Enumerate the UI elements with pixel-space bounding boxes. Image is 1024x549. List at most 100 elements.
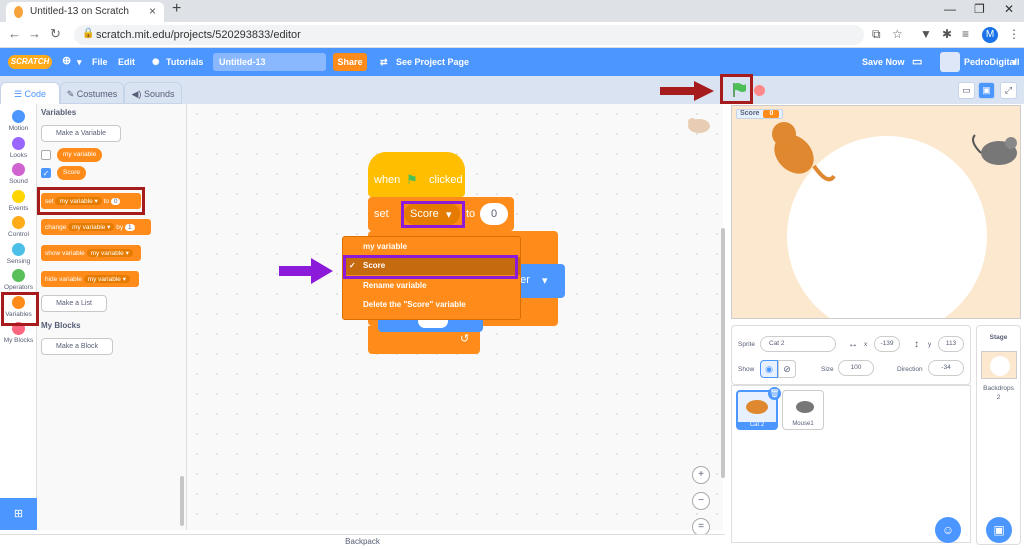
sprite-label: Sprite (738, 341, 755, 348)
my-stuff-folder-icon[interactable]: ▭ (912, 55, 922, 68)
category-looks[interactable]: Looks (0, 136, 37, 163)
backpack-bar[interactable]: Backpack (0, 534, 725, 548)
speaker-icon: ◀) (131, 89, 144, 99)
my-blocks-section-title: My Blocks (41, 321, 81, 330)
restore-button[interactable]: ❐ (974, 2, 985, 16)
mouse-thumb-icon (796, 401, 814, 413)
sprite-thumb-mouse[interactable]: Mouse1 (782, 390, 824, 430)
save-now-button[interactable]: Save Now (862, 57, 905, 67)
hide-variable-block[interactable]: hide variable my variable ▾ (41, 271, 139, 287)
tab-close-icon[interactable]: × (149, 4, 156, 18)
category-motion[interactable]: Motion (0, 110, 37, 136)
direction-input[interactable]: -34 (928, 360, 964, 376)
extension-icon[interactable]: ▼ (920, 27, 932, 41)
menu-item-delete-variable[interactable]: Delete the "Score" variable (343, 296, 520, 314)
zoom-out-icon[interactable]: − (692, 492, 710, 510)
change-value-input[interactable]: 1 (124, 224, 135, 231)
show-eye-icon[interactable]: ◉ (760, 360, 778, 378)
choose-backdrop-button[interactable]: ▣ (986, 517, 1012, 543)
y-label: y (928, 341, 932, 348)
size-input[interactable]: 100 (838, 360, 874, 376)
new-tab-button[interactable]: + (172, 0, 181, 18)
change-variable-dropdown[interactable]: my variable ▾ (68, 223, 115, 231)
bookmark-star-icon[interactable]: ☆ (892, 27, 903, 41)
delete-sprite-icon[interactable]: 🗑 (768, 387, 781, 400)
variables-section-title: Variables (41, 108, 77, 117)
my-variable-checkbox[interactable] (41, 150, 51, 160)
hide-word: hide variable (45, 276, 82, 283)
file-menu[interactable]: File (92, 57, 108, 67)
score-monitor[interactable]: Score 0 (736, 109, 784, 119)
show-variable-block[interactable]: show variable my variable ▾ (41, 245, 141, 261)
edit-menu[interactable]: Edit (118, 57, 135, 67)
score-checkbox[interactable]: ✓ (41, 168, 51, 178)
mouse-sprite[interactable] (967, 131, 1021, 171)
make-block-button[interactable]: Make a Block (41, 338, 113, 355)
menu-item-my-variable[interactable]: my variable (343, 238, 520, 256)
tab-sounds[interactable]: ◀) Sounds (124, 82, 182, 104)
show-variable-dropdown[interactable]: my variable ▾ (86, 249, 133, 257)
cat-sprite[interactable] (762, 116, 842, 188)
category-sensing[interactable]: Sensing (0, 242, 37, 269)
globe-icon[interactable]: ⊕ (62, 54, 71, 67)
stop-button[interactable] (754, 85, 765, 96)
scratch-logo[interactable]: SCRATCH (8, 55, 52, 69)
media-icon[interactable]: ≡ (962, 27, 969, 41)
change-variable-block[interactable]: change my variable ▾ by 1 (41, 219, 151, 235)
minimize-button[interactable]: — (944, 2, 956, 16)
zoom-in-icon[interactable]: + (692, 466, 710, 484)
add-extension-button[interactable]: ⊞ (0, 498, 37, 530)
translate-icon[interactable]: ⧉ (872, 27, 881, 42)
stage-panel[interactable]: Stage Backdrops 2 (976, 325, 1021, 545)
address-bar[interactable]: 🔒 scratch.mit.edu/projects/520293833/edi… (74, 25, 864, 45)
account-chevron-icon[interactable]: ▾ (1012, 57, 1017, 68)
cat-thumb-icon (746, 400, 768, 414)
category-dot-icon (12, 269, 25, 282)
choose-sprite-button[interactable]: ☺ (935, 517, 961, 543)
small-stage-icon[interactable]: ▭ (958, 82, 975, 99)
tutorials-menu[interactable]: Tutorials (166, 57, 203, 67)
back-icon[interactable]: ← (8, 26, 21, 41)
make-variable-button[interactable]: Make a Variable (41, 125, 121, 142)
user-avatar[interactable] (940, 52, 960, 72)
palette-scrollbar[interactable] (180, 476, 184, 526)
see-project-page-button[interactable]: See Project Page (396, 57, 469, 67)
menu-item-rename-variable[interactable]: Rename variable (343, 277, 520, 295)
browser-tab[interactable]: Untitled-13 on Scratch × (6, 2, 164, 22)
window-close-button[interactable]: ✕ (1004, 2, 1014, 16)
stage-canvas[interactable] (731, 105, 1021, 319)
normal-stage-icon[interactable]: ▣ (978, 82, 995, 99)
forward-icon[interactable]: → (28, 26, 41, 41)
show-label: Show (738, 366, 755, 373)
menu-kebab-icon[interactable]: ⋮ (1008, 27, 1020, 41)
tab-code[interactable]: ☰ Code (0, 82, 60, 104)
category-label: Looks (9, 151, 28, 159)
puzzle-icon[interactable]: ✱ (942, 27, 952, 41)
score-reporter[interactable]: Score (57, 166, 86, 180)
profile-avatar[interactable]: M (982, 27, 998, 43)
value-input[interactable]: 0 (480, 203, 508, 225)
my-variable-reporter[interactable]: my variable (57, 148, 103, 162)
fullscreen-icon[interactable]: ⤢ (1000, 82, 1017, 99)
sprite-name-input[interactable]: Cat 2 (760, 336, 836, 352)
category-label: Sound (9, 178, 28, 185)
reload-icon[interactable]: ↻ (50, 26, 61, 42)
x-input[interactable]: -139 (874, 336, 900, 352)
hide-variable-dropdown[interactable]: my variable ▾ (83, 275, 130, 283)
project-title-input[interactable]: Untitled-13 (213, 53, 326, 71)
category-control[interactable]: Control (0, 216, 37, 242)
see-project-icon: ⇄ (380, 57, 388, 67)
y-input[interactable]: 113 (938, 336, 964, 352)
hide-eye-icon[interactable]: ⊘ (778, 360, 796, 378)
go-to-dropdown-icon[interactable]: ▾ (542, 274, 548, 287)
tab-costumes[interactable]: ✎ Costumes (60, 82, 124, 104)
category-sound[interactable]: Sound (0, 163, 37, 189)
when-flag-clicked-block[interactable]: when ⚑ clicked (368, 152, 465, 197)
share-button[interactable]: Share (333, 53, 367, 71)
show-word: show variable (45, 250, 85, 257)
workspace-scrollbar[interactable] (721, 228, 725, 478)
make-list-button[interactable]: Make a List (41, 295, 107, 312)
to-text: to (466, 208, 476, 220)
purple-arrow-icon (279, 258, 333, 284)
category-events[interactable]: Events (0, 189, 37, 216)
